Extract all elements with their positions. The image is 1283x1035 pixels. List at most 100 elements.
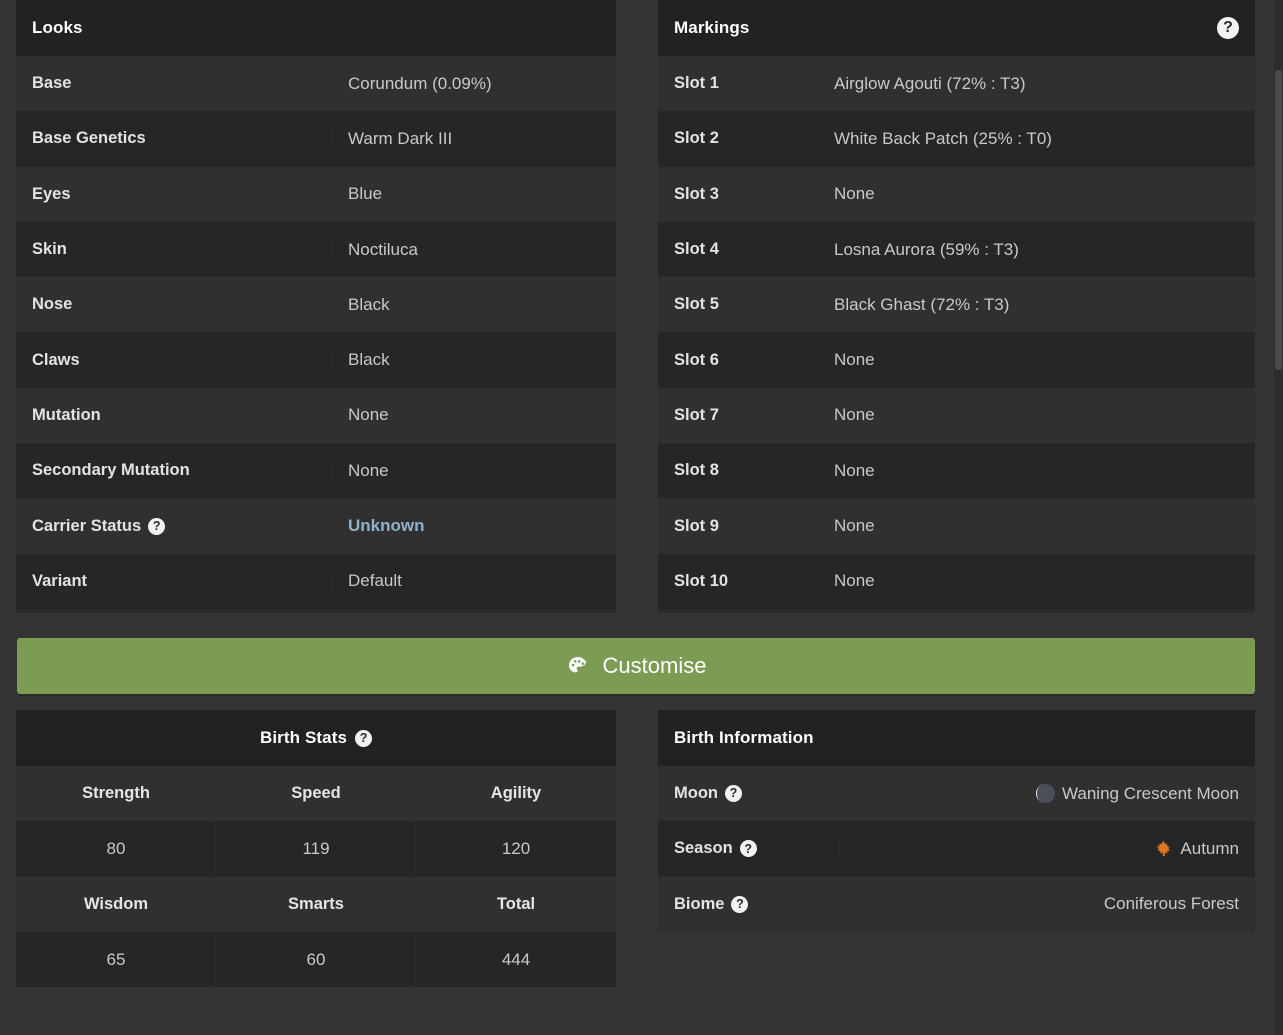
markings-panel-title: Markings xyxy=(674,18,750,37)
markings-panel-header: Markings ? xyxy=(658,0,1255,56)
table-row: Biome? Coniferous Forest xyxy=(658,876,1255,932)
birth-stats-value: 119 xyxy=(216,821,416,876)
looks-panel-header: Looks xyxy=(16,0,616,56)
birth-information-panel-header: Birth Information xyxy=(658,710,1255,766)
table-row: Slot 9 None xyxy=(658,498,1255,554)
table-row: Secondary Mutation None xyxy=(16,443,616,499)
table-row: Mutation None xyxy=(16,387,616,444)
vertical-scrollbar-track[interactable] xyxy=(1274,0,1283,1035)
help-circle-icon[interactable]: ? xyxy=(1217,17,1239,39)
birth-stats-column-header: Total xyxy=(496,894,536,913)
table-row: Eyes Blue xyxy=(16,166,616,222)
looks-row-label: Eyes xyxy=(16,185,332,204)
looks-row-label-text: Eyes xyxy=(32,184,71,203)
table-row: Carrier Status? Unknown xyxy=(16,498,616,554)
marking-slot-value: Airglow Agouti (72% : T3) xyxy=(834,73,1026,93)
looks-row-label: Claws xyxy=(16,351,332,370)
birth-information-panel: Birth Information Moon? Waning Crescent M… xyxy=(658,710,1255,932)
looks-row-value: Black xyxy=(348,294,390,314)
table-row: Claws Black xyxy=(16,332,616,388)
markings-panel: Markings ? Slot 1 Airglow Agouti (72% : T… xyxy=(658,0,1255,613)
looks-row-label: Base xyxy=(16,74,332,93)
marking-slot-label: Slot 3 xyxy=(674,184,719,203)
help-circle-icon[interactable]: ? xyxy=(731,895,749,913)
birth-stats-column-header: Strength xyxy=(82,784,150,803)
birth-stats-column-header: Smarts xyxy=(288,894,344,913)
birth-stats-column-header: Speed xyxy=(291,784,341,803)
looks-table: Base Corundum (0.09%) Base Genetics Warm Da… xyxy=(16,56,616,609)
birth-stats-table: Strength Speed Agility 80 119 120 Wisdom Smarts… xyxy=(16,766,616,987)
birth-info-row-value: Waning Crescent Moon xyxy=(840,784,1255,804)
table-row: Slot 7 None xyxy=(658,387,1255,444)
birth-stats-value-row: 65 60 444 xyxy=(16,931,616,987)
birth-info-row-value-text: Waning Crescent Moon xyxy=(1061,783,1239,803)
looks-row-label-text: Base xyxy=(32,74,72,93)
table-row: Slot 2 White Back Patch (25% : T0) xyxy=(658,111,1255,167)
table-row: Base Genetics Warm Dark III xyxy=(16,111,616,167)
looks-row-label: Variant xyxy=(16,572,332,591)
looks-row-value: None xyxy=(348,460,389,480)
vertical-scrollbar-thumb[interactable] xyxy=(1275,70,1282,370)
customise-button-label: Customise xyxy=(602,653,707,678)
birth-stats-value: 65 xyxy=(16,932,216,987)
table-row: Base Corundum (0.09%) xyxy=(16,56,616,112)
looks-panel: Looks Base Corundum (0.09%) Base Genetics W… xyxy=(16,0,616,613)
birth-stats-panel-header: Birth Stats ? xyxy=(16,710,616,766)
table-row: Season? Autumn xyxy=(658,821,1255,877)
marking-slot-label: Slot 9 xyxy=(674,516,719,535)
birth-info-row-label: Biome? xyxy=(658,895,840,914)
marking-slot-label: Slot 2 xyxy=(674,129,719,148)
help-circle-icon[interactable]: ? xyxy=(148,517,166,535)
birth-info-row-label: Moon? xyxy=(658,784,840,803)
markings-table: Slot 1 Airglow Agouti (72% : T3) Slot 2 Whi… xyxy=(658,56,1255,609)
table-row: Slot 4 Losna Aurora (59% : T3) xyxy=(658,221,1255,278)
birth-stats-panel: Birth Stats ? Strength Speed Agility 80 119 1… xyxy=(16,710,616,987)
birth-stats-header-row: Strength Speed Agility xyxy=(16,766,616,822)
marking-slot-value: Losna Aurora (59% : T3) xyxy=(834,239,1019,259)
birth-stats-column-header: Agility xyxy=(490,784,542,803)
birth-stats-header-row: Wisdom Smarts Total xyxy=(16,876,616,932)
looks-row-label-text: Nose xyxy=(32,295,73,314)
looks-row-label: Mutation xyxy=(16,406,332,425)
looks-row-value: Corundum (0.09%) xyxy=(348,73,492,93)
marking-slot-value: None xyxy=(834,405,875,425)
looks-row-value-link[interactable]: Unknown xyxy=(332,516,616,536)
help-circle-icon[interactable]: ? xyxy=(724,785,742,803)
birth-info-row-value: Coniferous Forest xyxy=(840,894,1255,914)
looks-row-label-text: Mutation xyxy=(32,405,101,424)
looks-row-value: Warm Dark III xyxy=(348,128,453,148)
birth-stats-value: 120 xyxy=(501,838,531,858)
birth-stats-panel-title: Birth Stats xyxy=(259,728,348,747)
table-row: Slot 10 None xyxy=(658,553,1255,609)
looks-row-value: Blue xyxy=(348,184,383,204)
marking-slot-value: None xyxy=(834,460,875,480)
customise-button[interactable]: Customise xyxy=(17,638,1255,694)
marking-slot-label: Slot 4 xyxy=(674,240,719,259)
looks-row-label: Skin xyxy=(16,240,332,259)
marking-slot-value: None xyxy=(834,184,875,204)
birth-info-row-value-text: Coniferous Forest xyxy=(1103,894,1239,914)
marking-slot-label: Slot 5 xyxy=(674,295,719,314)
marking-slot-label: Slot 10 xyxy=(674,571,729,590)
marking-slot-value: None xyxy=(834,516,875,536)
looks-row-value: None xyxy=(348,405,389,425)
looks-row-label: Carrier Status? xyxy=(16,517,332,536)
table-row: Slot 6 None xyxy=(658,332,1255,388)
looks-row-label-text: Claws xyxy=(32,350,80,369)
looks-row-label-text: Variant xyxy=(32,571,88,590)
birth-info-row-label-text: Moon xyxy=(674,784,718,803)
birth-info-row-label: Season? xyxy=(658,839,840,858)
looks-row-label-text: Base Genetics xyxy=(32,129,146,148)
table-row: Variant Default xyxy=(16,553,616,609)
looks-row-value: Black xyxy=(348,350,390,370)
help-circle-icon[interactable]: ? xyxy=(355,729,373,747)
looks-row-label-text: Carrier Status xyxy=(32,516,142,535)
waning-crescent-moon-icon xyxy=(1035,784,1055,804)
looks-row-label: Base Genetics xyxy=(16,129,332,148)
birth-info-row-label-text: Season xyxy=(674,839,733,858)
birth-info-row-label-text: Biome xyxy=(674,894,725,913)
looks-row-value: Noctiluca xyxy=(348,239,418,259)
birth-info-row-value: Autumn xyxy=(840,839,1255,859)
looks-row-label: Secondary Mutation xyxy=(16,461,332,480)
help-circle-icon[interactable]: ? xyxy=(739,840,757,858)
